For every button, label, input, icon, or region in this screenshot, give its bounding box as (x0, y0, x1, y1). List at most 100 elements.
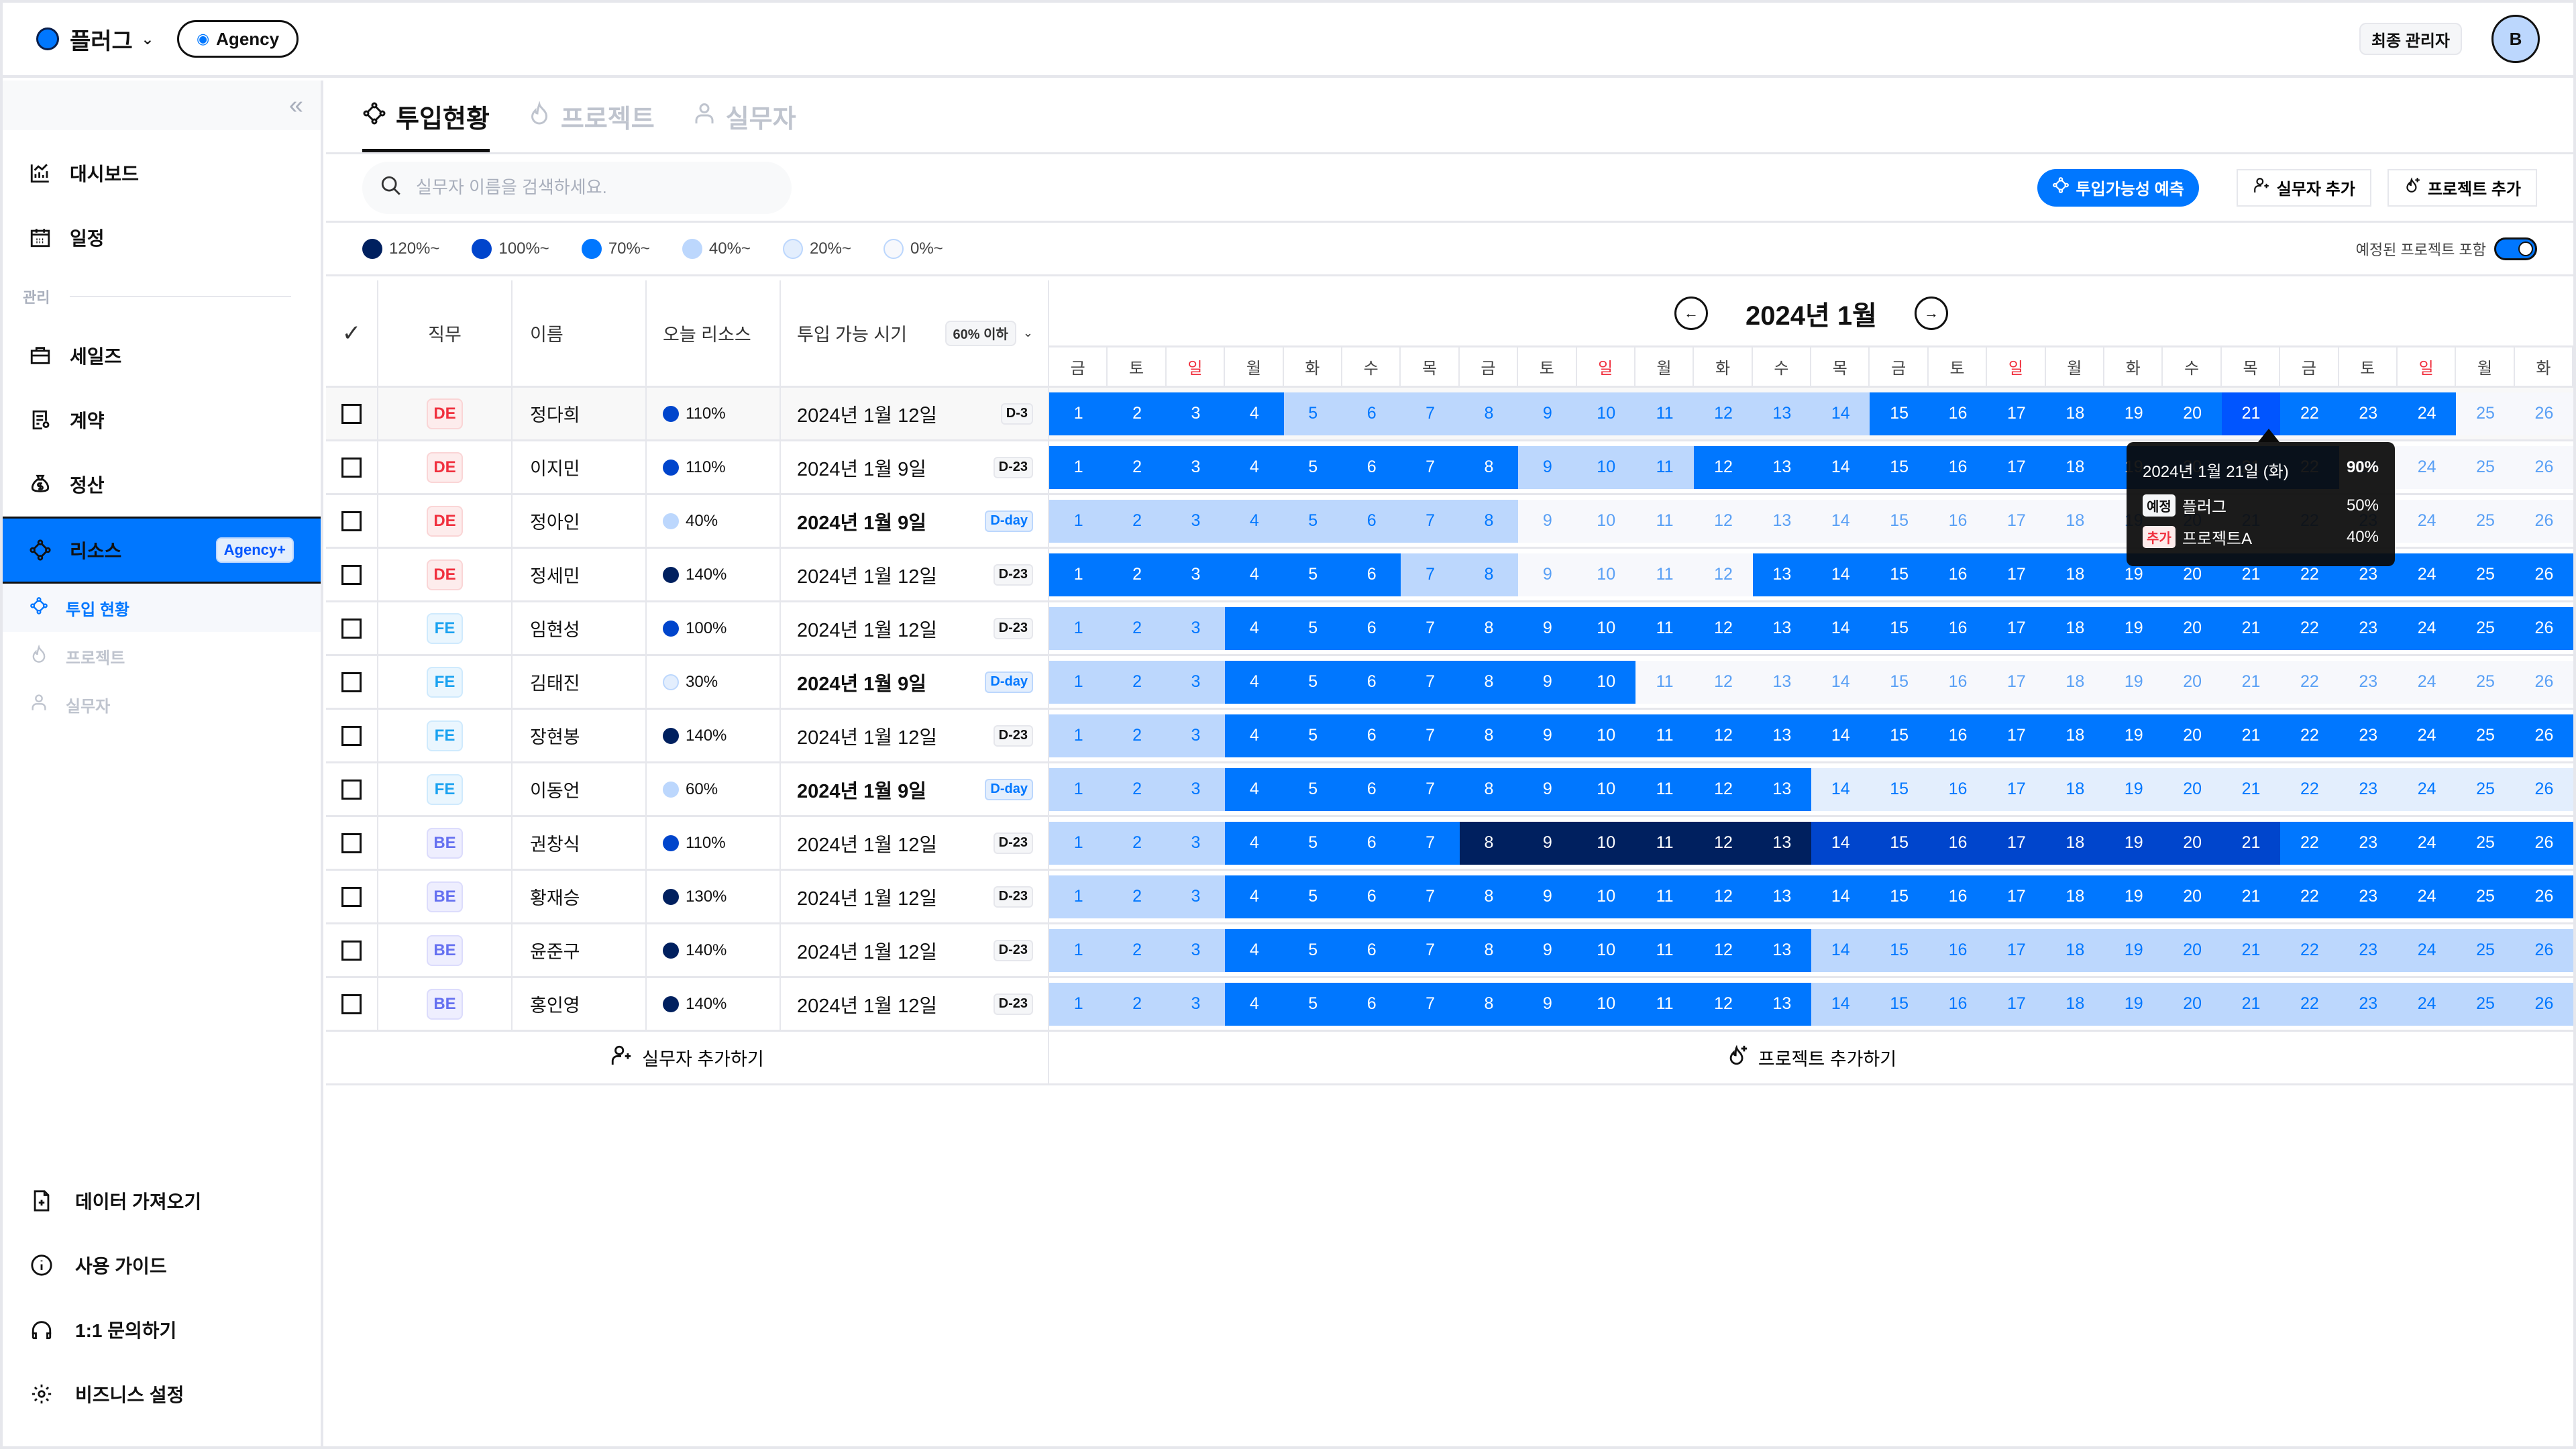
calendar-day-cell[interactable]: 21 (2221, 767, 2281, 811)
calendar-day-cell[interactable]: 1 (1049, 445, 1108, 489)
calendar-day-cell[interactable]: 17 (1987, 982, 2046, 1026)
chevron-down-icon[interactable]: ⌄ (1023, 326, 1033, 340)
calendar-day-cell[interactable]: 26 (2514, 606, 2574, 650)
calendar-day-cell[interactable]: 26 (2514, 445, 2574, 489)
worker-name[interactable]: 권창식 (513, 817, 647, 869)
tab-project[interactable]: 프로젝트 (527, 98, 655, 152)
calendar-day-cell[interactable]: 7 (1401, 821, 1460, 865)
calendar-day-cell[interactable]: 24 (2397, 445, 2457, 489)
calendar-day-cell[interactable]: 16 (1928, 445, 1988, 489)
calendar-day-cell[interactable]: 2 (1108, 553, 1167, 596)
calendar-day-cell[interactable]: 16 (1928, 660, 1988, 704)
row-checkbox[interactable] (341, 511, 362, 531)
calendar-day-cell[interactable]: 23 (2339, 928, 2398, 972)
calendar-day-cell[interactable]: 22 (2280, 660, 2339, 704)
calendar-day-cell[interactable]: 1 (1049, 982, 1108, 1026)
calendar-day-cell[interactable]: 7 (1401, 660, 1460, 704)
calendar-day-cell[interactable]: 19 (2104, 660, 2163, 704)
calendar-day-cell[interactable]: 5 (1283, 875, 1342, 918)
calendar-day-cell[interactable]: 6 (1342, 606, 1401, 650)
calendar-day-cell[interactable]: 7 (1401, 499, 1460, 543)
calendar-day-cell[interactable]: 1 (1049, 553, 1108, 596)
calendar-day-cell[interactable]: 3 (1166, 928, 1226, 972)
sidebar-item-import-data[interactable]: 데이터 가져오기 (3, 1169, 321, 1233)
calendar-day-cell[interactable]: 15 (1870, 553, 1929, 596)
calendar-day-cell[interactable]: 9 (1518, 928, 1577, 972)
calendar-day-cell[interactable]: 24 (2397, 553, 2457, 596)
calendar-day-cell[interactable]: 16 (1928, 392, 1988, 435)
calendar-day-cell[interactable]: 4 (1225, 499, 1284, 543)
calendar-day-cell[interactable]: 8 (1459, 982, 1519, 1026)
calendar-day-cell[interactable]: 25 (2456, 821, 2515, 865)
calendar-day-cell[interactable]: 4 (1225, 392, 1284, 435)
calendar-day-cell[interactable]: 1 (1049, 875, 1108, 918)
calendar-day-cell[interactable]: 13 (1752, 982, 1812, 1026)
calendar-day-cell[interactable]: 2 (1108, 445, 1167, 489)
calendar-day-cell[interactable]: 5 (1283, 445, 1342, 489)
calendar-day-cell[interactable]: 26 (2514, 392, 2574, 435)
calendar-day-cell[interactable]: 24 (2397, 875, 2457, 918)
calendar-day-cell[interactable]: 12 (1694, 982, 1753, 1026)
calendar-day-cell[interactable]: 2 (1108, 660, 1167, 704)
calendar-day-cell[interactable]: 14 (1811, 392, 1870, 435)
calendar-day-cell[interactable]: 12 (1694, 445, 1753, 489)
sidebar-subitem-allocation[interactable]: 투입 현황 (3, 584, 321, 632)
table-row[interactable]: FE 장현봉 140% 2024년 1월 12일 D-23 1 2 3 4 5 6 7 8 9 10 11 12… (326, 710, 2574, 763)
calendar-day-cell[interactable]: 8 (1459, 499, 1519, 543)
calendar-day-cell[interactable]: 24 (2397, 499, 2457, 543)
calendar-day-cell[interactable]: 20 (2163, 928, 2222, 972)
calendar-day-cell[interactable]: 20 (2163, 606, 2222, 650)
calendar-day-cell[interactable]: 24 (2397, 660, 2457, 704)
calendar-day-cell[interactable]: 2 (1108, 606, 1167, 650)
add-project-button[interactable]: 프로젝트 추가 (2387, 168, 2537, 207)
calendar-day-cell[interactable]: 17 (1987, 553, 2046, 596)
calendar-day-cell[interactable]: 24 (2397, 606, 2457, 650)
calendar-day-cell[interactable]: 6 (1342, 767, 1401, 811)
calendar-day-cell[interactable]: 11 (1635, 821, 1695, 865)
calendar-day-cell[interactable]: 11 (1635, 767, 1695, 811)
calendar-day-cell[interactable]: 10 (1576, 445, 1635, 489)
calendar-day-cell[interactable]: 15 (1870, 606, 1929, 650)
calendar-day-cell[interactable]: 25 (2456, 982, 2515, 1026)
calendar-day-cell[interactable]: 26 (2514, 767, 2574, 811)
calendar-day-cell[interactable]: 11 (1635, 875, 1695, 918)
row-checkbox[interactable] (341, 994, 362, 1014)
calendar-day-cell[interactable]: 23 (2339, 714, 2398, 757)
calendar-day-cell[interactable]: 10 (1576, 875, 1635, 918)
table-row[interactable]: DE 정다희 110% 2024년 1월 12일 D-3 1 2 3 4 5 6 7 8 9 10 11 12 1… (326, 388, 2574, 441)
calendar-day-cell[interactable]: 13 (1752, 445, 1812, 489)
sidebar-item-guide[interactable]: 사용 가이드 (3, 1233, 321, 1297)
calendar-day-cell[interactable]: 2 (1108, 714, 1167, 757)
calendar-day-cell[interactable]: 6 (1342, 499, 1401, 543)
row-checkbox[interactable] (341, 672, 362, 692)
worker-name[interactable]: 이지민 (513, 441, 647, 493)
calendar-day-cell[interactable]: 22 (2280, 982, 2339, 1026)
calendar-day-cell[interactable]: 15 (1870, 982, 1929, 1026)
add-project-row-button[interactable]: 프로젝트 추가하기 (1049, 1032, 2573, 1083)
calendar-day-cell[interactable]: 10 (1576, 660, 1635, 704)
calendar-day-cell[interactable]: 15 (1870, 767, 1929, 811)
calendar-day-cell[interactable]: 8 (1459, 714, 1519, 757)
calendar-day-cell[interactable]: 20 (2163, 714, 2222, 757)
calendar-day-cell[interactable]: 3 (1166, 553, 1226, 596)
calendar-day-cell[interactable]: 19 (2104, 982, 2163, 1026)
calendar-day-cell[interactable]: 9 (1518, 553, 1577, 596)
calendar-day-cell[interactable]: 25 (2456, 445, 2515, 489)
calendar-day-cell[interactable]: 4 (1225, 982, 1284, 1026)
calendar-day-cell[interactable]: 17 (1987, 875, 2046, 918)
calendar-day-cell[interactable]: 15 (1870, 875, 1929, 918)
worker-name[interactable]: 김태진 (513, 656, 647, 708)
row-checkbox[interactable] (341, 457, 362, 478)
calendar-day-cell[interactable]: 6 (1342, 714, 1401, 757)
calendar-day-cell[interactable]: 12 (1694, 606, 1753, 650)
calendar-day-cell[interactable]: 25 (2456, 392, 2515, 435)
calendar-day-cell[interactable]: 12 (1694, 553, 1753, 596)
calendar-day-cell[interactable]: 17 (1987, 606, 2046, 650)
calendar-day-cell[interactable]: 16 (1928, 767, 1988, 811)
calendar-day-cell[interactable]: 19 (2104, 928, 2163, 972)
calendar-day-cell[interactable]: 21 (2221, 821, 2281, 865)
calendar-day-cell[interactable]: 2 (1108, 875, 1167, 918)
calendar-day-cell[interactable]: 3 (1166, 875, 1226, 918)
calendar-day-cell[interactable]: 13 (1752, 392, 1812, 435)
tab-allocation[interactable]: 투입현황 (362, 98, 490, 152)
